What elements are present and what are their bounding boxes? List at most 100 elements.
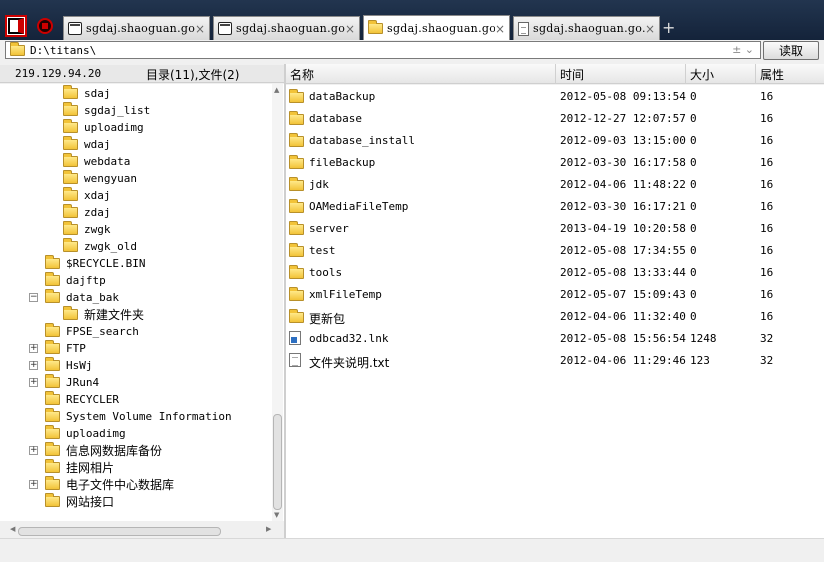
close-icon[interactable]: × xyxy=(345,22,355,36)
scroll-left-icon[interactable]: ◀ xyxy=(10,525,15,533)
item-counts: 目录(11),文件(2) xyxy=(146,68,240,82)
file-row[interactable]: odbcad32.lnk 2012-05-08 15:56:54 1248 32 xyxy=(286,328,824,350)
folder-icon xyxy=(63,170,78,184)
file-time: 2012-04-06 11:32:40 xyxy=(560,310,686,323)
tree-item[interactable]: 新建文件夹 xyxy=(63,306,144,323)
expand-icon[interactable]: + xyxy=(29,378,38,387)
collapse-icon[interactable]: − xyxy=(29,293,38,302)
column-size[interactable]: 大小 xyxy=(686,64,756,84)
expand-icon[interactable]: + xyxy=(29,361,38,370)
folder-icon xyxy=(368,20,383,34)
tab-label: sgdaj.shaoguan.go... xyxy=(533,22,645,35)
tree-vertical-scrollbar[interactable]: ▲ ▼ xyxy=(272,84,283,521)
tree-item[interactable]: System Volume Information xyxy=(45,408,232,425)
scroll-down-icon[interactable]: ▼ xyxy=(274,511,279,519)
tree-item[interactable]: zwgk xyxy=(63,221,111,238)
file-row[interactable]: test 2012-05-08 17:34:55 0 16 xyxy=(286,240,824,262)
column-name[interactable]: 名称 xyxy=(286,64,556,84)
expand-icon[interactable]: + xyxy=(29,480,38,489)
folder-icon xyxy=(63,238,78,252)
file-row[interactable]: fileBackup 2012-03-30 16:17:58 0 16 xyxy=(286,152,824,174)
folder-icon xyxy=(63,119,78,133)
tree-item[interactable]: $RECYCLE.BIN xyxy=(45,255,145,272)
tree-item[interactable]: − data_bak xyxy=(29,289,119,306)
file-time: 2012-05-08 09:13:54 xyxy=(560,90,686,103)
tree-item[interactable]: sdaj xyxy=(63,85,111,102)
tree-item-label: zwgk_old xyxy=(84,240,137,253)
tab-bar: sgdaj.shaoguan.go... × sgdaj.shaoguan.go… xyxy=(0,0,824,41)
scrollbar-thumb[interactable] xyxy=(18,527,221,536)
file-time: 2012-04-06 11:29:46 xyxy=(560,354,686,367)
tree-item[interactable]: + 电子文件中心数据库 xyxy=(29,476,174,493)
read-button[interactable]: 读取 xyxy=(763,41,819,60)
file-row[interactable]: tools 2012-05-08 13:33:44 0 16 xyxy=(286,262,824,284)
file-attr: 16 xyxy=(760,222,774,235)
tree-item[interactable]: + 信息网数据库备份 xyxy=(29,442,162,459)
app-menu-icon[interactable] xyxy=(5,15,27,37)
tab-3-active[interactable]: sgdaj.shaoguan.go... × xyxy=(363,15,510,41)
file-row[interactable]: xmlFileTemp 2012-05-07 15:09:43 0 16 xyxy=(286,284,824,306)
folder-icon xyxy=(45,255,60,269)
file-row[interactable]: dataBackup 2012-05-08 09:13:54 0 16 xyxy=(286,86,824,108)
expand-icon[interactable]: + xyxy=(29,446,38,455)
file-row[interactable]: 文件夹说明.txt 2012-04-06 11:29:46 123 32 xyxy=(286,350,824,372)
tab-1[interactable]: sgdaj.shaoguan.go... × xyxy=(63,16,210,40)
file-row[interactable]: server 2013-04-19 10:20:58 0 16 xyxy=(286,218,824,240)
file-name: tools xyxy=(309,266,343,279)
tree-item[interactable]: 网站接口 xyxy=(45,493,114,510)
tree-item[interactable]: RECYCLER xyxy=(45,391,119,408)
scroll-right-icon[interactable]: ▶ xyxy=(266,525,271,533)
stop-icon[interactable] xyxy=(34,15,56,37)
scrollbar-thumb[interactable] xyxy=(273,414,282,510)
file-row[interactable]: database_install 2012-09-03 13:15:00 0 16 xyxy=(286,130,824,152)
folder-icon xyxy=(45,272,60,286)
file-row[interactable]: jdk 2012-04-06 11:48:22 0 16 xyxy=(286,174,824,196)
file-attr: 16 xyxy=(760,288,774,301)
close-icon[interactable]: × xyxy=(495,22,505,36)
tab-4[interactable]: sgdaj.shaoguan.go... × xyxy=(513,16,660,40)
tree-item-label: data_bak xyxy=(66,291,119,304)
tree-item[interactable]: dajftp xyxy=(45,272,106,289)
tree-item-label: sdaj xyxy=(84,87,111,100)
folder-icon xyxy=(45,391,60,405)
file-name: jdk xyxy=(309,178,329,191)
tree-item[interactable]: sgdaj_list xyxy=(63,102,150,119)
file-row[interactable]: OAMediaFileTemp 2012-03-30 16:17:21 0 16 xyxy=(286,196,824,218)
tree-item[interactable]: + FTP xyxy=(29,340,86,357)
file-row[interactable]: database 2012-12-27 12:07:57 0 16 xyxy=(286,108,824,130)
file-size: 1248 xyxy=(690,332,717,345)
column-attr[interactable]: 属性 xyxy=(756,64,824,84)
scroll-up-icon[interactable]: ▲ xyxy=(274,86,279,94)
folder-icon xyxy=(289,287,304,301)
expand-icon[interactable]: + xyxy=(29,344,38,353)
tab-2[interactable]: sgdaj.shaoguan.go... × xyxy=(213,16,360,40)
file-size: 0 xyxy=(690,178,697,191)
file-row[interactable]: 更新包 2012-04-06 11:32:40 0 16 xyxy=(286,306,824,328)
column-time[interactable]: 时间 xyxy=(556,64,686,84)
tree-item[interactable]: xdaj xyxy=(63,187,111,204)
file-time: 2012-03-30 16:17:21 xyxy=(560,200,686,213)
close-icon[interactable]: × xyxy=(195,22,205,36)
tree-item[interactable]: + JRun4 xyxy=(29,374,99,391)
close-icon[interactable]: × xyxy=(645,22,655,36)
path-input[interactable]: D:\titans\ ± ⌄ xyxy=(5,41,761,59)
path-dropdown-icon[interactable]: ± ⌄ xyxy=(732,43,754,56)
file-name: dataBackup xyxy=(309,90,376,103)
tree-item[interactable]: + HsWj xyxy=(29,357,93,374)
tree-item[interactable]: wengyuan xyxy=(63,170,137,187)
tree-item[interactable]: FPSE_search xyxy=(45,323,139,340)
folder-icon xyxy=(45,425,60,439)
new-tab-button[interactable]: + xyxy=(662,18,675,37)
tree-horizontal-scrollbar[interactable]: ◀ ▶ xyxy=(0,524,284,538)
tree-item[interactable]: zdaj xyxy=(63,204,111,221)
tree-item[interactable]: 挂网相片 xyxy=(45,459,114,476)
file-size: 0 xyxy=(690,90,697,103)
tree-item[interactable]: webdata xyxy=(63,153,130,170)
info-bar: 219.129.94.20 目录(11),文件(2) xyxy=(0,65,284,83)
tree-item[interactable]: zwgk_old xyxy=(63,238,137,255)
tree-item[interactable]: uploadimg xyxy=(45,425,126,442)
status-strip xyxy=(0,538,824,562)
tree-item[interactable]: uploadimg xyxy=(63,119,144,136)
tree-item[interactable]: wdaj xyxy=(63,136,111,153)
folder-icon xyxy=(289,309,304,323)
